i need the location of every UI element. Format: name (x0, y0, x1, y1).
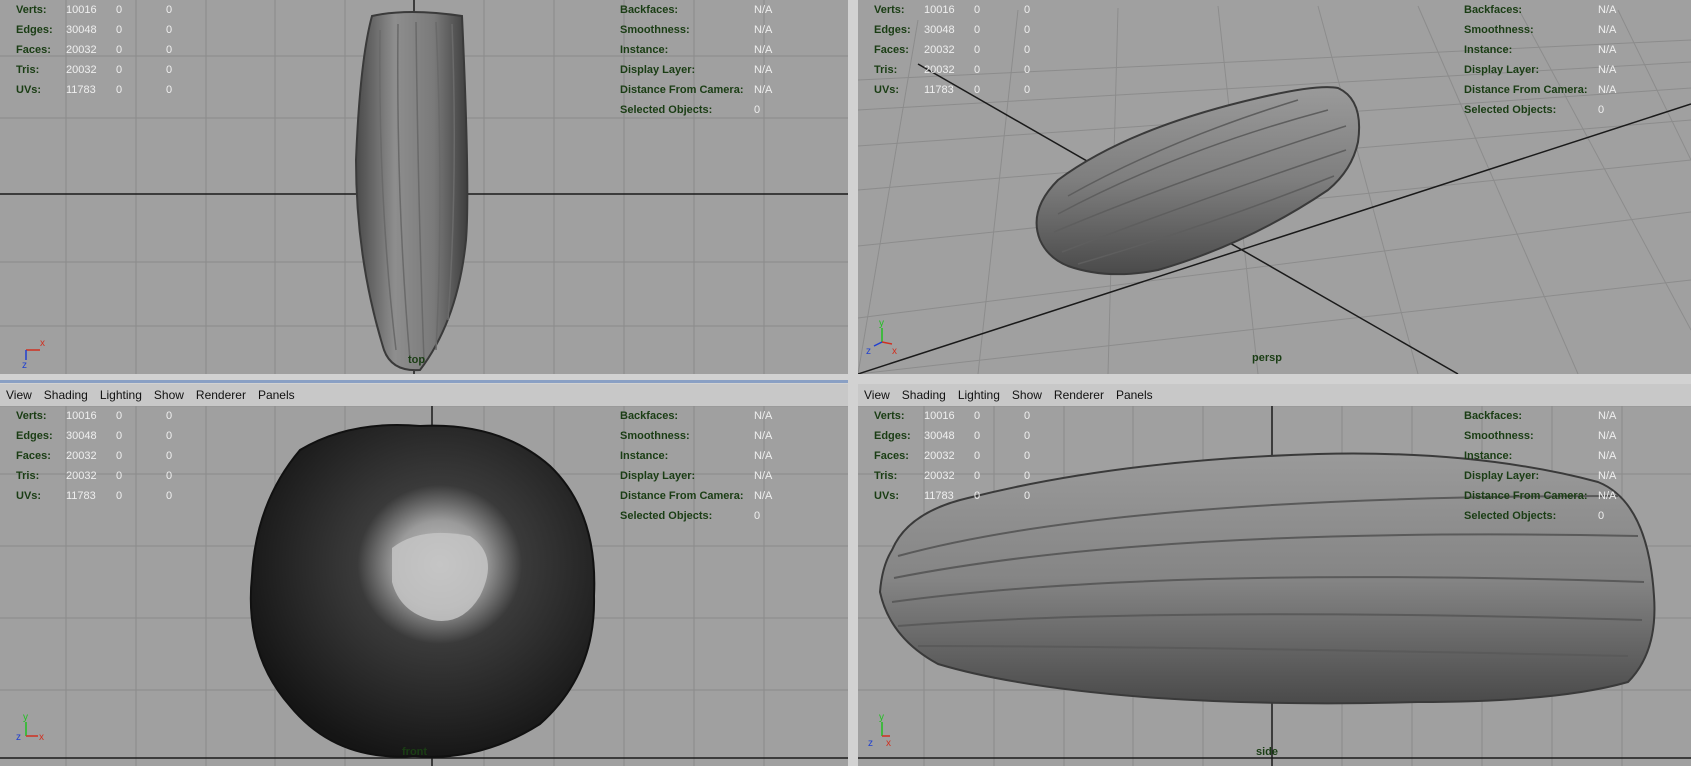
viewport-side[interactable]: View Shading Lighting Show Renderer Panels (858, 384, 1691, 766)
axis-z-label: z (866, 346, 871, 357)
menu-panels[interactable]: Panels (1110, 384, 1159, 403)
view-axis-icon: y x z (868, 712, 891, 749)
axis-x-label: x (892, 346, 897, 357)
viewport-persp[interactable]: Verts: 10016 0 0 Edges: 30048 0 0 Faces: 20032 0… (858, 0, 1691, 374)
viewport-top[interactable]: Verts: 10016 0 0 Edges: 30048 0 0 Faces: 20032 0… (0, 0, 848, 374)
axis-y-label: y (879, 318, 884, 329)
view-axis-icon: y x z (866, 318, 897, 357)
axis-z-label: z (22, 360, 27, 370)
camera-label: front (402, 746, 428, 758)
viewport-front[interactable]: View Shading Lighting Show Renderer Panels (0, 384, 848, 766)
menu-shading[interactable]: Shading (38, 384, 94, 403)
camera-label: side (1256, 746, 1279, 758)
persp-view-scene[interactable] (858, 0, 1691, 374)
camera-label: persp (1252, 352, 1282, 364)
corn-model-top (354, 11, 469, 372)
panel-menu-bar: View Shading Lighting Show Renderer Panels (858, 384, 1691, 407)
view-axis-icon: y x z (16, 712, 44, 743)
axis-z-label: z (868, 738, 873, 749)
menu-lighting[interactable]: Lighting (952, 384, 1006, 403)
axis-y-label: y (23, 712, 28, 723)
axis-x-label: x (40, 338, 45, 349)
active-panel-indicator (0, 380, 848, 383)
front-view-scene[interactable] (0, 406, 848, 766)
menu-shading[interactable]: Shading (896, 384, 952, 403)
menu-renderer[interactable]: Renderer (1048, 384, 1110, 403)
top-view-scene[interactable] (0, 0, 848, 374)
four-view-layout: Verts: 10016 0 0 Edges: 30048 0 0 Faces: 20032 0… (0, 0, 1691, 766)
axis-x-label: x (39, 732, 44, 743)
panel-menu-bar: View Shading Lighting Show Renderer Panels (0, 384, 848, 407)
side-view-scene[interactable] (858, 406, 1691, 766)
menu-panels[interactable]: Panels (252, 384, 301, 403)
camera-label: top (408, 354, 426, 366)
axis-y-label: y (879, 712, 884, 723)
menu-lighting[interactable]: Lighting (94, 384, 148, 403)
axis-z-label: z (16, 732, 21, 743)
menu-renderer[interactable]: Renderer (190, 384, 252, 403)
menu-view[interactable]: View (0, 384, 38, 403)
axis-x-label: x (886, 738, 891, 749)
menu-show[interactable]: Show (1006, 384, 1048, 403)
menu-show[interactable]: Show (148, 384, 190, 403)
menu-view[interactable]: View (858, 384, 896, 403)
view-axis-icon: x z (22, 338, 45, 370)
